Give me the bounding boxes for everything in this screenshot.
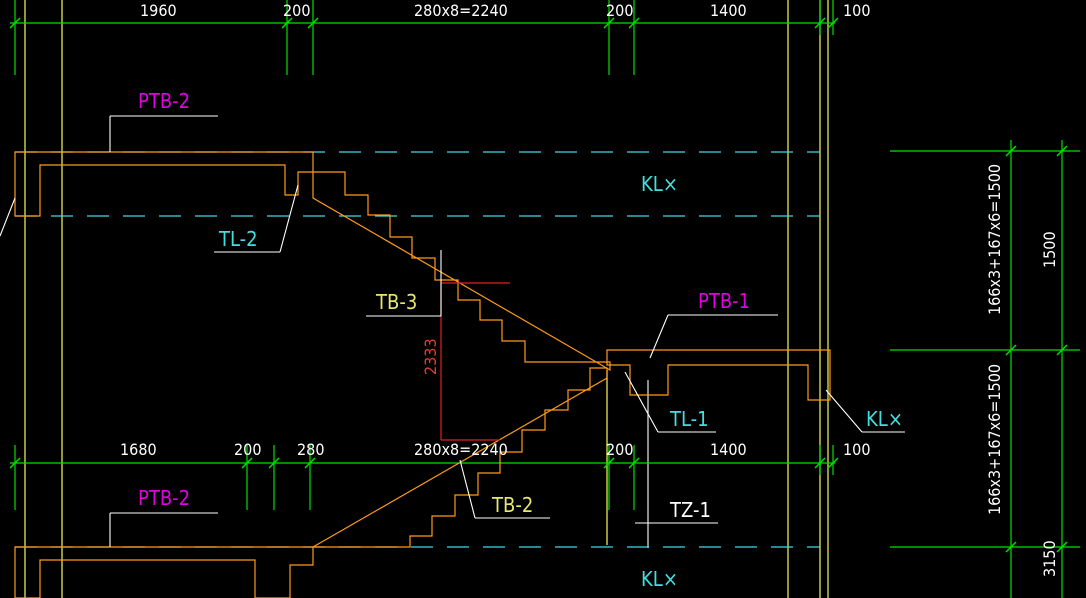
top-dimension-texts: 1960 200 280x8=2240 200 1400 100 bbox=[140, 1, 870, 20]
dim-top-1: 1960 bbox=[140, 1, 177, 20]
dim-top-5: 1400 bbox=[710, 1, 747, 20]
dim-mid-6: 1400 bbox=[710, 440, 747, 459]
dim-right-1: 166x3+167x6=1500 bbox=[985, 164, 1004, 315]
mid-dimension-texts: 1680 200 280 280x8=2240 200 1400 100 bbox=[120, 440, 870, 459]
label-tl1: TL-1 bbox=[669, 407, 709, 431]
label-ptb1: PTB-1 bbox=[698, 289, 750, 313]
label-kl-right: KL× bbox=[866, 407, 903, 431]
right-dimension-texts: 166x3+167x6=1500 1500 166x3+167x6=1500 3… bbox=[985, 164, 1059, 577]
dim-right-4: 3150 bbox=[1040, 540, 1059, 577]
label-kl-top: KL× bbox=[641, 172, 678, 196]
leader-lines bbox=[0, 115, 905, 547]
label-kl-bottom: KL× bbox=[641, 567, 678, 591]
dim-mid-1: 1680 bbox=[120, 440, 157, 459]
label-tz1: TZ-1 bbox=[669, 498, 711, 522]
dim-mid-5: 200 bbox=[606, 440, 633, 459]
label-ptb2-top: PTB-2 bbox=[138, 89, 190, 113]
dim-mid-2: 200 bbox=[234, 440, 261, 459]
dim-mid-7: 100 bbox=[843, 440, 870, 459]
dim-top-6: 100 bbox=[843, 1, 870, 20]
label-tb3: TB-3 bbox=[375, 290, 417, 314]
dim-2333: 2333 bbox=[421, 338, 440, 375]
height-dimension: 2333 bbox=[421, 282, 510, 441]
label-tl2: TL-2 bbox=[218, 227, 258, 251]
label-ptb2-bottom: PTB-2 bbox=[138, 486, 190, 510]
dim-right-2: 1500 bbox=[1040, 231, 1059, 268]
dim-mid-4: 280x8=2240 bbox=[414, 440, 508, 459]
stair-section-drawing: 2333 1960 200 280x8=2240 200 1400 100 16… bbox=[0, 0, 1080, 598]
dim-top-4: 200 bbox=[606, 1, 633, 20]
dim-top-3: 280x8=2240 bbox=[414, 1, 508, 20]
dim-right-3: 166x3+167x6=1500 bbox=[985, 364, 1004, 515]
dim-top-2: 200 bbox=[283, 1, 310, 20]
dim-mid-3: 280 bbox=[297, 440, 324, 459]
label-tb2: TB-2 bbox=[491, 493, 533, 517]
